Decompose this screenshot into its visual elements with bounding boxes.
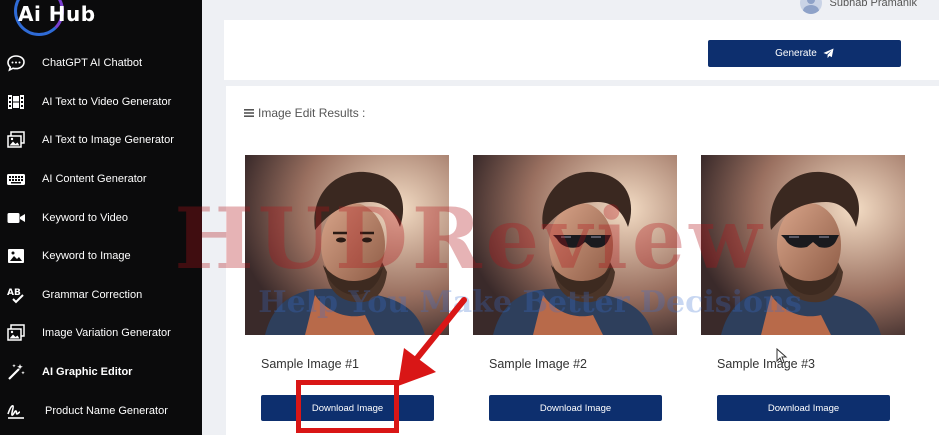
paper-plane-icon [823, 48, 834, 59]
avatar [799, 0, 822, 14]
sample-image[interactable] [473, 155, 677, 335]
user-name: Subhab Pramanik [829, 0, 917, 9]
logo-text: Ai Hub [18, 2, 96, 26]
chat-bubble-icon [6, 53, 26, 73]
sidebar: Ai Hub ChatGPT AI Chatbot AI Text to Vid… [0, 0, 202, 435]
results-title-text: Image Edit Results : [258, 106, 366, 120]
highlight-box [296, 380, 399, 433]
sidebar-item-label: AI Text to Video Generator [42, 95, 172, 108]
sidebar-item-image-variation-generator[interactable]: Image Variation Generator [0, 314, 202, 353]
sample-image[interactable] [701, 155, 905, 335]
sample-image-label: Sample Image #3 [717, 357, 815, 371]
sidebar-item-ai-content-generator[interactable]: AI Content Generator [0, 160, 202, 199]
list-icon [244, 108, 254, 118]
red-arrow-icon [398, 297, 467, 386]
images-icon [6, 323, 26, 343]
result-card-2: Sample Image #2 Download Image [473, 155, 677, 421]
main-content: Subhab Pramanik Generate Image Edit Resu… [202, 0, 939, 435]
sidebar-nav: ChatGPT AI Chatbot AI Text to Video Gene… [0, 44, 202, 430]
sidebar-item-label: AI Graphic Editor [42, 366, 133, 379]
sidebar-item-ai-graphic-editor[interactable]: AI Graphic Editor [0, 353, 202, 392]
sidebar-item-label: Keyword to Image [42, 250, 131, 263]
sidebar-item-label: AI Content Generator [42, 173, 147, 186]
download-image-button[interactable]: Download Image [717, 395, 890, 421]
svg-text:AB: AB [7, 288, 21, 298]
result-card-3: Sample Image #3 Download Image [701, 155, 905, 421]
spell-check-icon: AB [6, 285, 26, 305]
video-camera-icon [6, 208, 26, 228]
generate-label: Generate [775, 48, 817, 59]
sidebar-item-product-name-generator[interactable]: Product Name Generator [0, 391, 202, 430]
generate-button[interactable]: Generate [708, 40, 901, 67]
results-title: Image Edit Results : [244, 106, 365, 120]
app-logo[interactable]: Ai Hub [14, 0, 96, 36]
sidebar-item-label: Image Variation Generator [42, 327, 171, 340]
mouse-cursor-icon [776, 348, 788, 364]
sidebar-item-label: AI Text to Image Generator [42, 134, 174, 147]
sidebar-item-label: Keyword to Video [42, 211, 129, 224]
keyboard-icon [6, 169, 26, 189]
sidebar-item-keyword-to-image[interactable]: Keyword to Image [0, 237, 202, 276]
sidebar-item-label: Grammar Correction [42, 288, 143, 301]
signature-icon [6, 401, 26, 421]
sidebar-item-label: Product Name Generator [45, 404, 168, 417]
sidebar-item-grammar-correction[interactable]: AB Grammar Correction [0, 276, 202, 315]
images-icon [6, 130, 26, 150]
film-icon [6, 92, 26, 112]
top-bar: Subhab Pramanik [202, 0, 939, 20]
image-icon [6, 246, 26, 266]
download-image-button[interactable]: Download Image [489, 395, 662, 421]
sample-image-label: Sample Image #2 [489, 357, 587, 371]
sidebar-item-keyword-to-video[interactable]: Keyword to Video [0, 198, 202, 237]
sidebar-item-ai-text-to-video-generator[interactable]: AI Text to Video Generator [0, 83, 202, 122]
sidebar-item-ai-text-to-image-generator[interactable]: AI Text to Image Generator [0, 121, 202, 160]
sidebar-item-label: ChatGPT AI Chatbot [42, 57, 143, 70]
sidebar-item-chatgpt-ai-chatbot[interactable]: ChatGPT AI Chatbot [0, 44, 202, 83]
user-menu[interactable]: Subhab Pramanik [799, 0, 917, 14]
magic-wand-icon [6, 362, 26, 382]
